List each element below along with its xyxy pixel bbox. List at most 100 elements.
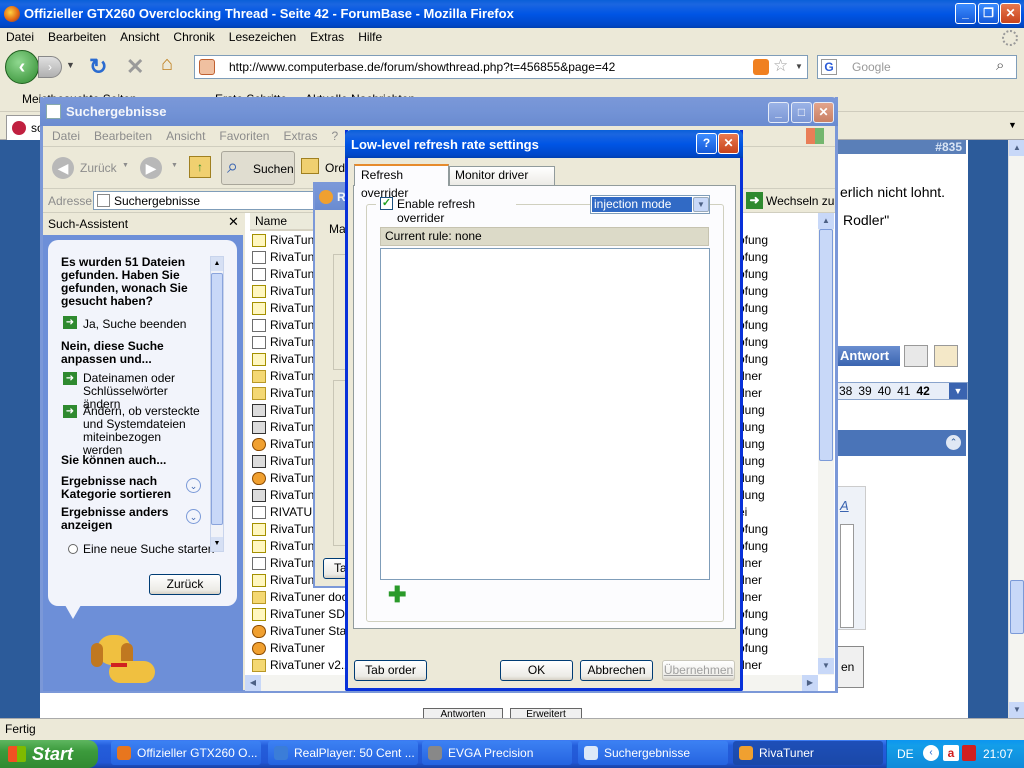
scroll-right-icon[interactable]: ▶ [802,675,818,691]
go-arrow-icon[interactable]: ➜ [746,192,763,209]
scroll-down-icon[interactable]: ▼ [211,537,223,551]
file-list-vscroll[interactable]: ▲ ▼ [818,213,834,675]
rivatuner-tray-icon[interactable] [962,745,976,761]
bookmark-star-icon[interactable]: ☆ [773,56,788,76]
language-indicator[interactable]: DE [897,747,914,761]
explorer-menu-item[interactable]: Bearbeiten [94,126,152,146]
explorer-minimize-button[interactable]: _ [768,102,789,123]
taskbar-task[interactable]: Offizieller GTX260 O... [111,741,261,765]
apply-button[interactable]: Übernehmen [662,660,735,681]
assistant-back-button[interactable]: Zurück [149,574,221,595]
page-scrollbar[interactable]: ▲ ▼ [1008,140,1024,718]
rule-list[interactable] [380,248,710,580]
mode-select[interactable]: injection mode ▼ [590,195,710,214]
forward-button[interactable]: › [38,56,62,78]
scroll-up-icon[interactable]: ▲ [818,213,834,229]
firefox-menu-item[interactable]: Extras [310,29,344,45]
go-label[interactable]: Wechseln zu [766,194,834,208]
dialog-titlebar[interactable]: Low-level refresh rate settings ? ✕ [345,130,743,158]
rss-icon[interactable] [753,59,769,75]
tab-refresh-overrider[interactable]: Refresh overrider [354,164,449,200]
explorer-close-button[interactable]: ✕ [813,102,834,123]
ok-button[interactable]: OK [500,660,573,681]
scroll-up-icon[interactable]: ▲ [1009,140,1024,156]
explorer-titlebar[interactable]: Suchergebnisse _ □ ✕ [40,97,838,126]
quick-reply-textarea[interactable] [840,524,854,628]
taskbar-task[interactable]: RivaTuner [733,741,883,765]
page-link[interactable]: 41 [897,384,910,398]
close-button[interactable]: ✕ [1000,3,1021,24]
explorer-menu-item[interactable]: Extras [283,126,317,146]
sort-category-link[interactable]: Ergebnisse nach Kategorie sortieren [61,475,186,501]
search-bar[interactable]: G Google ⌕ [817,55,1017,79]
scroll-thumb[interactable] [819,229,833,461]
history-dropdown-icon[interactable]: ▼ [66,60,75,70]
rivatuner-tab[interactable]: Ma [329,222,346,236]
help-button[interactable]: ? [696,133,717,154]
folders-label[interactable]: Ord [325,161,345,175]
forward-icon[interactable]: ▶ [140,157,162,179]
explorer-menu-item[interactable]: Ansicht [166,126,205,146]
back-label[interactable]: Zurück [80,161,117,175]
view-results-link[interactable]: Ergebnisse anders anzeigen [61,506,186,532]
taskbar-task[interactable]: EVGA Precision [422,741,572,765]
yes-stop-link[interactable]: Ja, Suche beenden [83,317,186,331]
tab-order-button[interactable]: Tab order [354,660,427,681]
expand-icon[interactable]: ⌄ [186,509,201,524]
up-folder-icon[interactable]: ↑ [189,156,211,178]
page-link[interactable]: 39 [858,384,871,398]
scroll-left-icon[interactable]: ◀ [245,675,261,691]
hidden-files-link[interactable]: Ändern, ob versteckte und Systemdateien … [83,405,203,457]
firefox-titlebar[interactable]: Offizieller GTX260 Overclocking Thread -… [0,0,1024,28]
new-search-link[interactable]: Eine neue Suche starten [83,542,214,554]
search-dog-icon[interactable] [91,631,161,689]
page-link[interactable]: 38 [839,384,852,398]
home-icon[interactable]: ⌂ [161,53,173,76]
cancel-button[interactable]: Abbrechen [580,660,653,681]
tray-arrow-icon[interactable]: ‹ [923,745,939,761]
page-menu-icon[interactable]: ▼ [949,383,967,399]
stop-icon[interactable]: ✕ [126,54,144,80]
minimize-button[interactable]: _ [955,3,976,24]
firefox-menu-item[interactable]: Bearbeiten [48,29,106,45]
tab-list-icon[interactable]: ▼ [1008,120,1017,130]
post-number[interactable]: #835 [935,140,962,154]
expand-icon[interactable]: ⌄ [186,478,201,493]
taskbar-task[interactable]: Suchergebnisse [578,741,728,765]
restore-button[interactable]: ❐ [978,3,999,24]
back-button[interactable]: ‹ [5,50,39,84]
url-text[interactable]: http://www.computerbase.de/forum/showthr… [229,60,615,74]
clock[interactable]: 21:07 [983,747,1013,761]
firefox-menu-item[interactable]: Datei [6,29,34,45]
back-dropdown-icon[interactable]: ▼ [122,162,129,169]
assistant-scrollbar[interactable]: ▲ ▼ [210,256,224,552]
name-column-header[interactable]: Name [250,213,320,231]
explorer-menu-item[interactable]: Favoriten [219,126,269,146]
google-icon[interactable]: G [821,59,837,75]
page-link[interactable]: 40 [878,384,891,398]
explorer-menu-item[interactable]: Datei [52,126,80,146]
search-toolbar-button[interactable]: ⌕ Suchen [221,151,295,185]
font-icon[interactable]: A [840,498,849,513]
firefox-menu-item[interactable]: Hilfe [358,29,382,45]
scroll-thumb[interactable] [211,273,223,525]
dialog-close-button[interactable]: ✕ [718,133,739,154]
scroll-up-icon[interactable]: ▲ [211,257,223,271]
tab-monitor-driver-wizard[interactable]: Monitor driver wizard [449,166,555,199]
firefox-menu-item[interactable]: Ansicht [120,29,159,45]
forward-dropdown-icon[interactable]: ▼ [171,162,178,169]
back-icon[interactable]: ◀ [52,157,74,179]
assistant-close-icon[interactable]: ✕ [228,214,239,230]
search-icon[interactable]: ⌕ [996,57,1004,74]
add-rule-button[interactable]: ✚ [388,584,406,606]
quote-icon[interactable] [904,345,928,367]
search-input[interactable]: Google [852,60,891,74]
reply-button[interactable]: Antwort [836,346,900,366]
explorer-menu-item[interactable]: ? [331,126,338,146]
antivirus-tray-icon[interactable]: a [943,745,959,761]
explorer-maximize-button[interactable]: □ [791,102,812,123]
taskbar-task[interactable]: RealPlayer: 50 Cent ... [268,741,418,765]
firefox-menu-item[interactable]: Lesezeichen [229,29,296,45]
start-button[interactable]: Start [0,740,98,768]
edit-icon[interactable] [934,345,958,367]
